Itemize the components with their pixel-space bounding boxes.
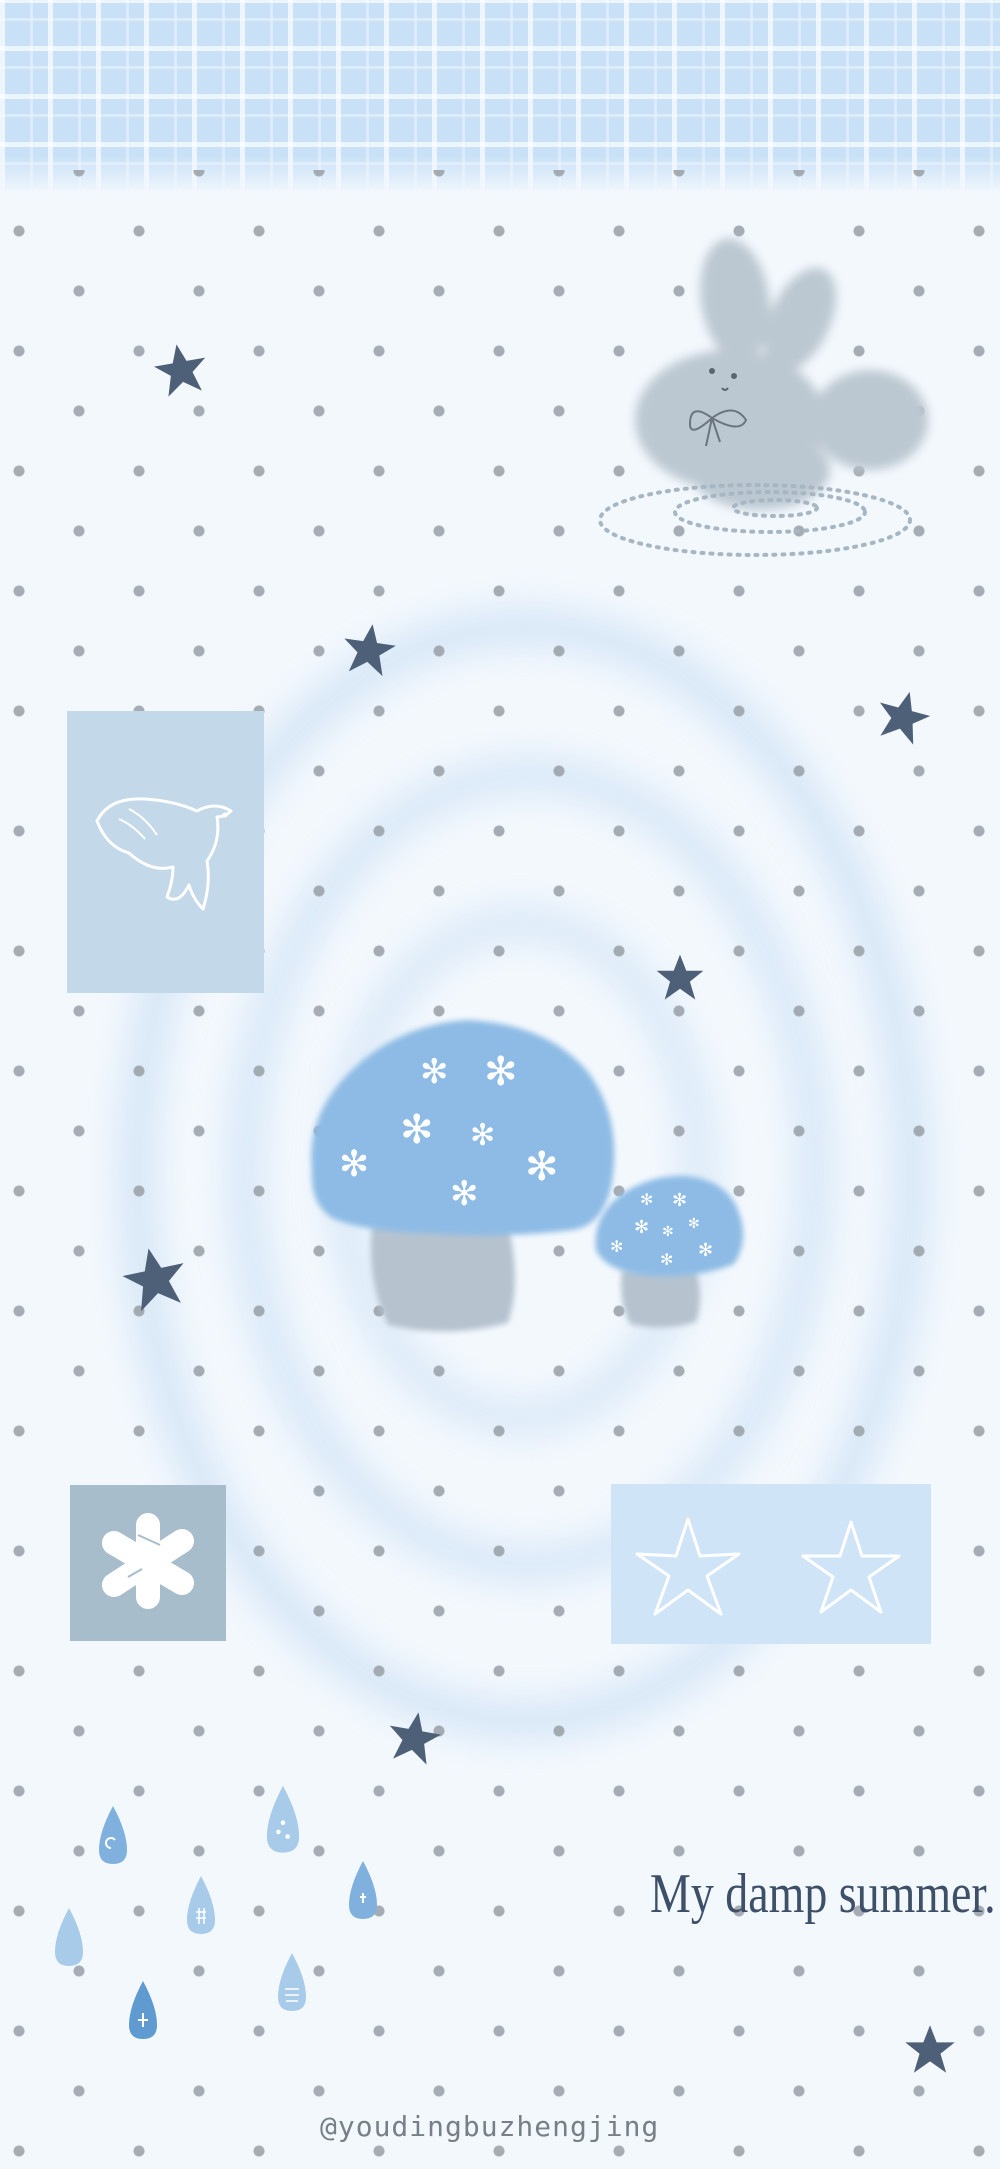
raindrop-icon (129, 1981, 157, 2039)
caption-text: My damp summer. (650, 1863, 996, 1925)
raindrop-icon (349, 1861, 377, 1919)
raindrop-icon (266, 1785, 300, 1853)
raindrop-icon (278, 1953, 306, 2011)
raindrop-icon (99, 1806, 127, 1864)
wallpaper: ✻ ✻ ✻ ✻ ✻ ✻ ✻ ✻ ✻ ✻ ✻ ✻ ✻ ✻ ✻ My damp su… (0, 0, 1000, 2169)
watermark: @youdingbuzhengjing (320, 2110, 660, 2143)
raindrop-icon (187, 1876, 215, 1934)
raindrops (55, 1785, 377, 2039)
raindrop-icon (55, 1908, 83, 1966)
